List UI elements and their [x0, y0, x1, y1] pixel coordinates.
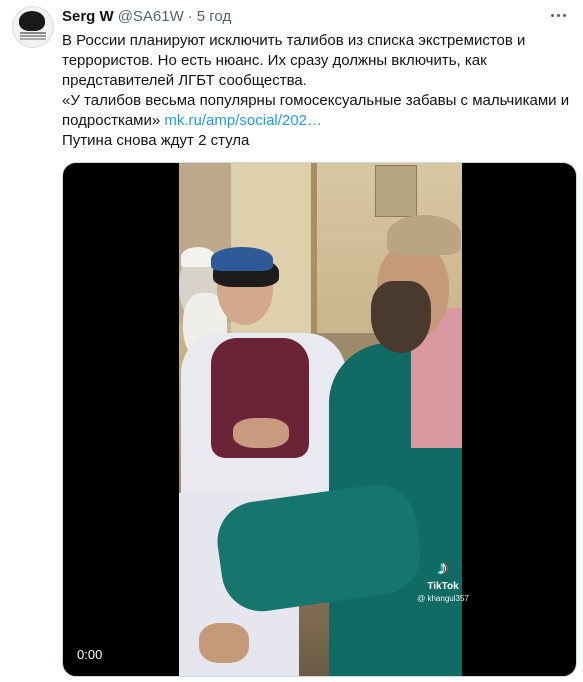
- more-options-button[interactable]: [545, 6, 573, 24]
- tweet-quote-end: подростками»: [62, 112, 165, 129]
- white-cap: [181, 247, 215, 267]
- author-handle[interactable]: @SA61W: [118, 8, 184, 26]
- header-separator: ·: [187, 8, 193, 25]
- bare-foot: [199, 623, 249, 663]
- tiktok-username: @ khangul357: [417, 594, 469, 603]
- dark-beard: [371, 281, 431, 353]
- tweet-quote-line-with-link: подростками» mk.ru/amp/social/202…: [62, 111, 577, 131]
- video-time: 0:00: [77, 647, 103, 662]
- tweet-text-line: В России планируют исключить талибов из …: [62, 32, 526, 49]
- clasped-hands: [233, 418, 289, 448]
- tweet-header: Serg W @SA61W · 5 год: [62, 8, 231, 26]
- tweet-text-line: террористов. Но есть нюанс. Их сразу дол…: [62, 52, 487, 69]
- tiktok-note-icon: ♪: [438, 557, 448, 579]
- tweet-text-line: представителей ЛГБТ сообщества.: [62, 72, 307, 89]
- tiktok-brand: TikTok: [427, 581, 459, 592]
- tweet-text: В России планируют исключить талибов из …: [62, 31, 577, 151]
- tweet-last-line: Путина снова ждут 2 стула: [62, 132, 250, 149]
- ellipsis-dot: [563, 14, 566, 17]
- author-avatar[interactable]: [12, 6, 54, 48]
- video-player[interactable]: ♪ TikTok @ khangul357 0:00: [62, 162, 577, 677]
- tweet-quote-line: «У талибов весьма популярны гомосексуаль…: [62, 92, 570, 109]
- avatar-text-decoration: [20, 32, 46, 34]
- ellipsis-dot: [557, 14, 560, 17]
- wall-calendar: [375, 165, 417, 217]
- blue-cap: [211, 247, 273, 271]
- avatar-logo-icon: [19, 11, 45, 31]
- knitted-cap: [387, 215, 461, 255]
- ellipsis-icon: [551, 14, 554, 17]
- article-link[interactable]: mk.ru/amp/social/202…: [164, 112, 322, 129]
- tiktok-watermark: ♪ TikTok @ khangul357: [413, 557, 473, 607]
- tweet-timestamp[interactable]: 5 год: [197, 8, 231, 26]
- author-name[interactable]: Serg W: [62, 8, 114, 26]
- tweet[interactable]: Serg W @SA61W · 5 год В России планируют…: [0, 0, 583, 682]
